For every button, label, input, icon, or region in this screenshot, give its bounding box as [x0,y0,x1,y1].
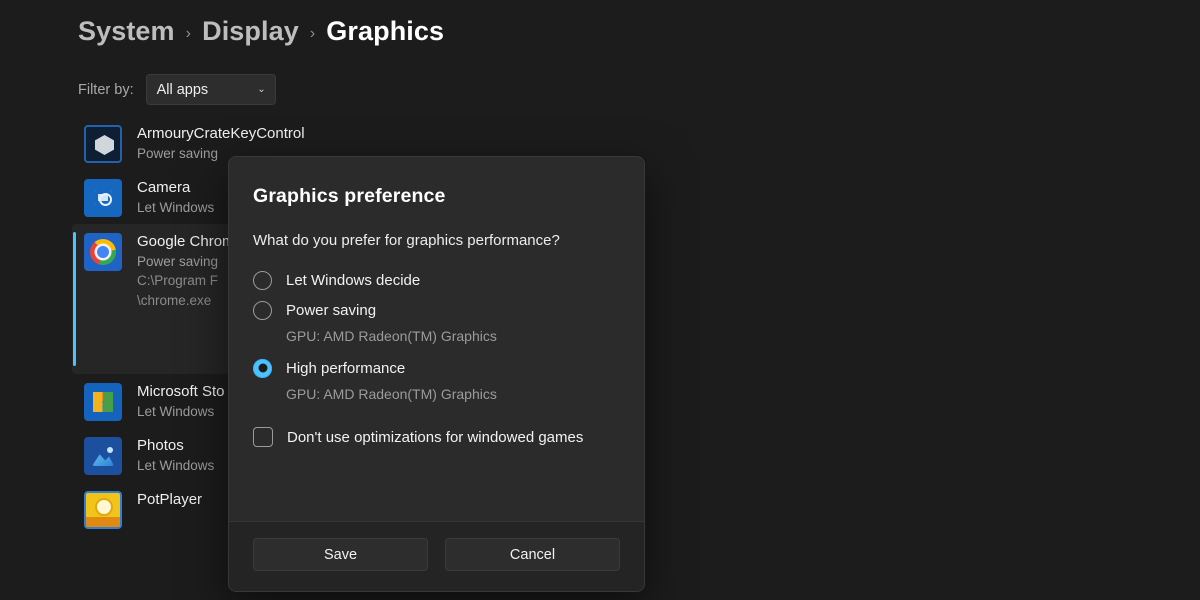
radio-label: Let Windows decide [286,271,421,289]
radio-label: High performance [286,359,406,377]
dialog-body: Graphics preference What do you prefer f… [229,157,644,521]
graphics-preference-radio-group: Let Windows decide Power saving GPU: AMD… [253,265,620,405]
radio-icon-selected[interactable] [253,358,272,378]
app-preference: Let Windows [137,200,215,215]
radio-option-let-windows-decide[interactable]: Let Windows decide [253,265,620,295]
radio-option-power-saving[interactable]: Power saving [253,295,620,325]
selection-accent-bar [73,232,76,366]
graphics-preference-dialog: Graphics preference What do you prefer f… [228,156,645,592]
google-chrome-app-icon [84,233,122,271]
app-name: Microsoft Sto [137,383,225,400]
list-item-text: PotPlayer [137,489,202,510]
filter-by-value: All apps [156,81,209,98]
checkbox-label: Don't use optimizations for windowed gam… [287,428,584,446]
breadcrumb-separator-icon: › [309,25,316,42]
app-preference: Let Windows [137,404,215,419]
dialog-title: Graphics preference [253,185,446,207]
chevron-down-icon: ⌄ [257,83,266,95]
gpu-note-power-saving: GPU: AMD Radeon(TM) Graphics [286,328,497,344]
photos-app-icon [84,437,122,475]
list-item-text: Photos Let Windows [137,435,214,475]
camera-app-icon [84,179,122,217]
dialog-footer: Save Cancel [229,521,644,591]
breadcrumb-item-graphics: Graphics [326,16,445,46]
radio-label: Power saving [286,301,377,319]
dialog-question: What do you prefer for graphics performa… [253,232,560,249]
breadcrumb: System › Display › Graphics [78,16,444,47]
app-name: Google Chrom [137,233,235,250]
radio-icon[interactable] [253,300,272,320]
filter-by-dropdown[interactable]: All apps ⌄ [145,74,276,105]
filter-by-label: Filter by: [78,81,134,98]
gpu-note-high-performance: GPU: AMD Radeon(TM) Graphics [286,386,497,402]
breadcrumb-item-system[interactable]: System [78,16,175,47]
microsoft-store-app-icon [84,383,122,421]
windowed-games-optimizations-checkbox-row[interactable]: Don't use optimizations for windowed gam… [253,427,620,447]
filter-row: Filter by: All apps ⌄ [78,74,276,105]
list-item-text: Google Chrom Power saving C:\Program F \… [137,231,235,311]
checkbox-icon[interactable] [253,427,273,447]
radio-option-high-performance[interactable]: High performance [253,353,620,383]
breadcrumb-item-display[interactable]: Display [202,16,299,47]
app-name: Photos [137,437,184,454]
app-path-line1: C:\Program F [137,273,219,288]
list-item-text: Microsoft Sto Let Windows [137,381,225,421]
app-preference: Power saving [137,254,219,269]
app-name: PotPlayer [137,491,203,508]
radio-icon[interactable] [253,270,272,290]
app-name: Camera [137,179,191,196]
app-path-line2: \chrome.exe [137,293,212,308]
breadcrumb-separator-icon: › [185,25,192,42]
cancel-button[interactable]: Cancel [445,538,620,571]
armourycrate-app-icon [84,125,122,163]
app-preference: Let Windows [137,458,215,473]
app-name: ArmouryCrateKeyControl [137,125,305,142]
list-item-text: Camera Let Windows [137,177,214,217]
graphics-settings-page: System › Display › Graphics Filter by: A… [0,0,1200,600]
potplayer-app-icon [84,491,122,529]
save-button[interactable]: Save [253,538,428,571]
